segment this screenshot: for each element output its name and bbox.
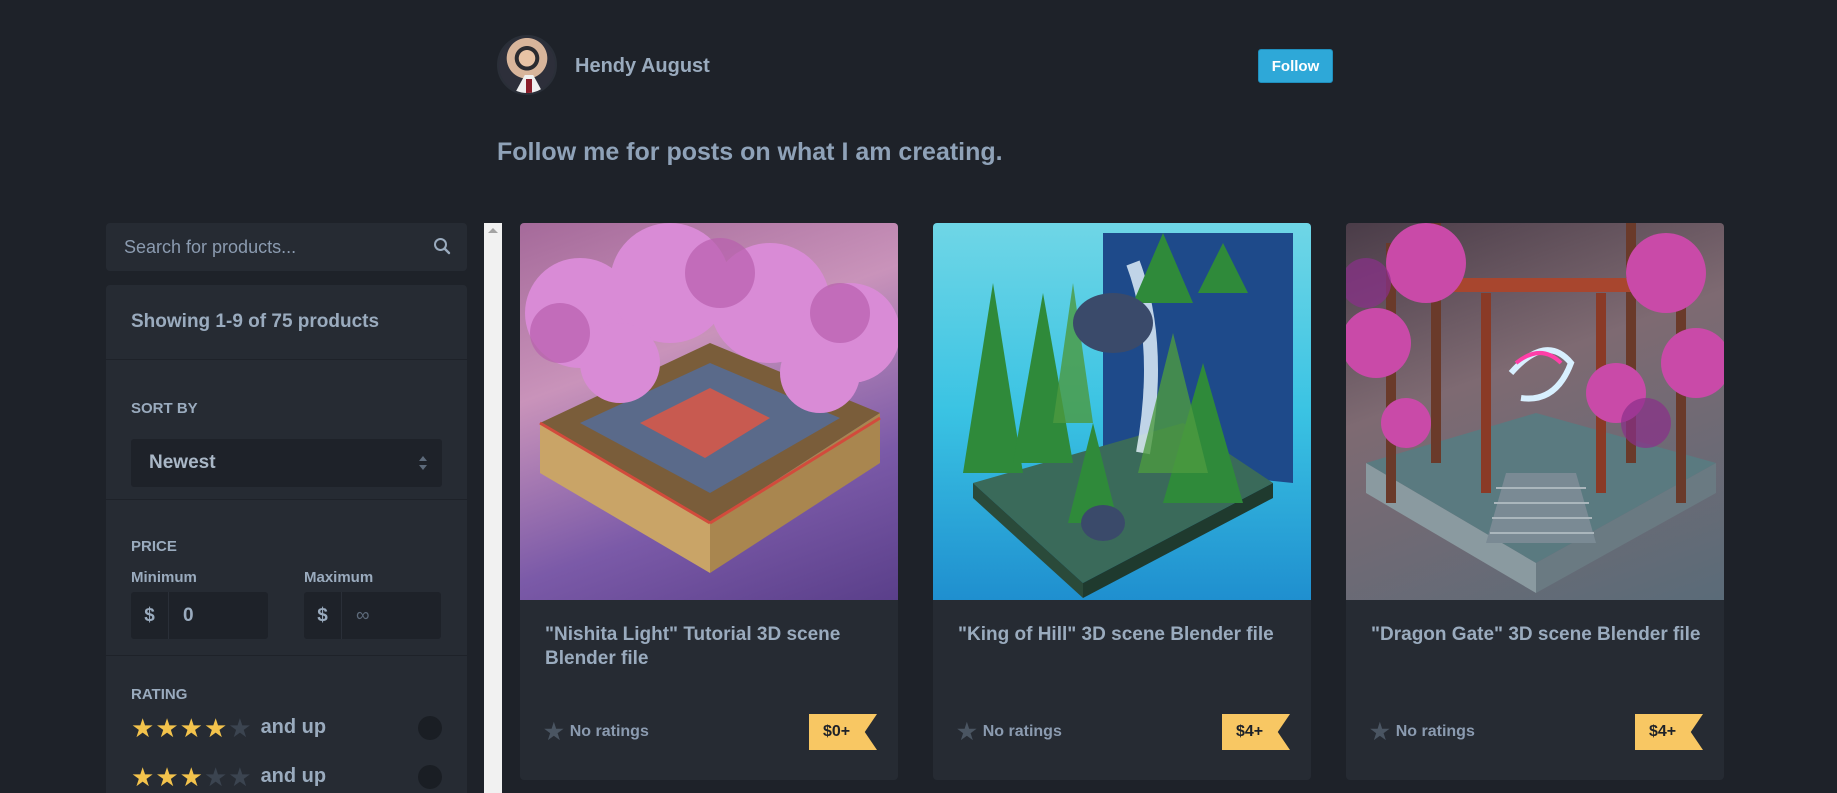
currency-symbol: $	[304, 592, 342, 639]
star-icon: ★	[228, 761, 252, 792]
rating-radio[interactable]	[418, 715, 442, 740]
star-icon: ★	[155, 761, 179, 792]
currency-symbol: $	[131, 592, 169, 639]
profile-bio: Follow me for posts on what I am creatin…	[497, 138, 1003, 166]
product-title[interactable]: "Nishita Light" Tutorial 3D scene Blende…	[545, 623, 875, 671]
product-card[interactable]: "King of Hill" 3D scene Blender file ★ N…	[933, 223, 1311, 780]
search-icon[interactable]	[433, 237, 451, 255]
rating-section: RATING ★ ★ ★ ★ ★ and up ★ ★ ★ ★ ★ and up	[106, 656, 467, 793]
product-thumbnail[interactable]	[520, 223, 898, 600]
product-card[interactable]: "Nishita Light" Tutorial 3D scene Blende…	[520, 223, 898, 780]
rating-text: No ratings	[569, 723, 649, 740]
price-tag: $0+	[809, 714, 877, 750]
search-box	[106, 223, 467, 271]
scroll-up-arrow-icon[interactable]	[488, 228, 498, 233]
price-tag: $4+	[1222, 714, 1290, 750]
product-image-dragon-gate	[1346, 223, 1724, 593]
product-thumbnail[interactable]	[1346, 223, 1724, 600]
star-icon: ★	[203, 761, 228, 792]
rating-label: and up	[260, 716, 327, 738]
price-tag: $4+	[1635, 714, 1703, 750]
filter-sidebar: Showing 1-9 of 75 products SORT BY Newes…	[106, 223, 467, 793]
product-thumbnail[interactable]	[933, 223, 1311, 600]
rating-radio[interactable]	[418, 764, 442, 789]
sort-value: Newest	[149, 452, 216, 473]
product-card[interactable]: "Dragon Gate" 3D scene Blender file ★ No…	[1346, 223, 1724, 780]
profile-header: Hendy August Follow	[497, 35, 1333, 95]
follow-button[interactable]: Follow	[1258, 49, 1333, 83]
rating-text: No ratings	[982, 723, 1062, 740]
max-price-field: $	[304, 592, 441, 639]
search-input[interactable]	[106, 223, 467, 271]
star-icon: ★	[155, 712, 179, 743]
min-price-input[interactable]	[169, 592, 268, 639]
results-count: Showing 1-9 of 75 products	[106, 285, 467, 360]
min-price-field: $	[131, 592, 268, 639]
product-image-king-of-hill	[963, 233, 1293, 598]
product-title[interactable]: "King of Hill" 3D scene Blender file	[958, 623, 1288, 647]
price-title: PRICE	[131, 538, 177, 555]
updown-chevron-icon	[419, 456, 427, 470]
author-name[interactable]: Hendy August	[575, 55, 710, 78]
min-label: Minimum	[131, 569, 197, 586]
star-icon: ★	[179, 761, 203, 792]
star-icon: ★	[179, 712, 203, 743]
price-section: PRICE Minimum $ Maximum $	[106, 500, 467, 656]
max-label: Maximum	[304, 569, 374, 586]
rating-label: and up	[260, 765, 327, 787]
sort-title: SORT BY	[131, 400, 198, 417]
product-rating: ★ No ratings	[1370, 721, 1475, 743]
rating-filter-4[interactable]: ★ ★ ★ ★ ★ and up	[131, 703, 442, 752]
rating-text: No ratings	[1395, 723, 1475, 740]
star-icon: ★	[544, 719, 564, 744]
product-image-nishita-light	[525, 223, 898, 573]
scrollbar[interactable]	[484, 223, 502, 793]
product-rating: ★ No ratings	[544, 721, 649, 743]
product-rating: ★ No ratings	[957, 721, 1062, 743]
product-title[interactable]: "Dragon Gate" 3D scene Blender file	[1371, 623, 1701, 647]
star-icon: ★	[203, 712, 228, 743]
filters-panel: Showing 1-9 of 75 products SORT BY Newes…	[106, 285, 467, 793]
star-icon: ★	[131, 712, 155, 743]
rating-title: RATING	[131, 686, 188, 703]
sort-section: SORT BY Newest	[106, 360, 467, 500]
sort-select[interactable]: Newest	[131, 439, 442, 487]
star-icon: ★	[228, 712, 252, 743]
star-icon: ★	[1370, 719, 1390, 744]
star-icon: ★	[957, 719, 977, 744]
max-price-input[interactable]	[342, 592, 441, 639]
avatar[interactable]	[497, 35, 557, 95]
rating-filter-3[interactable]: ★ ★ ★ ★ ★ and up	[131, 752, 442, 793]
star-icon: ★	[131, 761, 155, 792]
